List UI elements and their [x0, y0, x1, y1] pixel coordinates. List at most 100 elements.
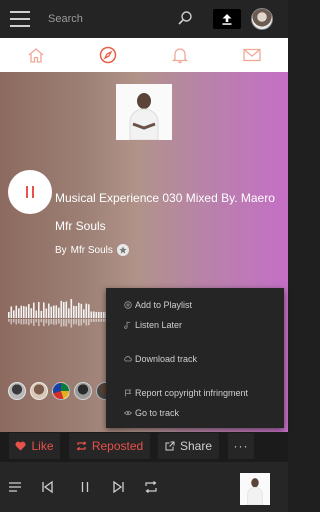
waveform-bar [83, 309, 85, 318]
waveform-reflection-bar [83, 319, 85, 323]
waveform-reflection-bar [55, 319, 58, 325]
waveform-reflection-bar [98, 319, 100, 322]
waveform-reflection-bar [65, 319, 68, 327]
waveform-reflection-bar [100, 319, 103, 322]
waveform-bar [80, 303, 83, 318]
queue-icon[interactable] [8, 480, 22, 494]
share-icon [165, 441, 175, 451]
waveform-reflection-bar [90, 319, 93, 322]
liker-avatar[interactable] [74, 382, 92, 400]
waveform-reflection-bar [38, 319, 40, 327]
nav-tabs [0, 38, 288, 72]
waveform-bar [63, 301, 65, 318]
waveform-bar [98, 311, 100, 318]
waveform-reflection-bar [15, 319, 18, 325]
waveform-reflection-bar [88, 319, 90, 326]
download-icon [124, 356, 132, 362]
waveform-bar [25, 306, 28, 318]
action-bar: Like Reposted Share ··· [0, 432, 288, 462]
waveform-bar [23, 306, 25, 318]
waveform-reflection-bar [93, 319, 95, 322]
waveform-reflection-bar [43, 319, 45, 327]
listen-later-icon [124, 321, 131, 329]
waveform-bar [50, 306, 53, 318]
waveform-bar [18, 308, 20, 318]
waveform-reflection-bar [30, 319, 33, 324]
share-button[interactable]: Share [158, 433, 219, 459]
waveform-bar [58, 307, 60, 318]
pause-button[interactable] [8, 170, 52, 214]
waveform-bar [88, 304, 90, 318]
waveform-reflection-bar [28, 319, 30, 326]
waveform-reflection-bar [78, 319, 80, 326]
avatar[interactable] [251, 8, 273, 30]
waveform-bar [38, 302, 40, 318]
waveform-bar [85, 303, 88, 318]
waveform-reflection-bar [10, 319, 13, 325]
waveform-reflection-bar [40, 319, 43, 323]
repost-button[interactable]: Reposted [69, 433, 150, 459]
waveform-bar [103, 311, 105, 318]
tab-home[interactable] [0, 38, 72, 72]
heart-icon [15, 441, 26, 451]
pause-icon[interactable] [78, 480, 92, 494]
track-title: Musical Experience 030 Mixed By. Maero M… [55, 191, 275, 233]
by-label: By [55, 244, 67, 256]
waveform-reflection-bar [18, 319, 20, 324]
tab-discover[interactable] [72, 38, 144, 72]
search-icon[interactable] [177, 10, 193, 26]
track-cover-art[interactable] [116, 84, 172, 140]
repeat-icon[interactable] [144, 480, 158, 494]
more-options-button[interactable]: ··· [228, 433, 254, 459]
waveform-reflection-bar [23, 319, 25, 325]
menu-item-go-to-track[interactable]: Go to track [124, 408, 179, 418]
waveform-reflection-bar [63, 319, 65, 327]
waveform-bar [73, 305, 75, 318]
pause-icon [26, 186, 34, 198]
liker-avatar[interactable] [52, 382, 70, 400]
repost-icon [76, 441, 87, 451]
waveform-reflection-bar [25, 319, 28, 325]
mini-player [0, 462, 288, 512]
compass-icon [99, 46, 117, 64]
menu-icon[interactable] [10, 11, 30, 27]
waveform-bar [28, 304, 30, 318]
waveform-bar [78, 302, 80, 318]
mini-player-cover-art[interactable] [240, 473, 270, 505]
waveform-reflection-bar [45, 319, 48, 324]
waveform-reflection-bar [58, 319, 60, 324]
waveform-bar [8, 312, 10, 318]
menu-item-add-to-playlist[interactable]: Add to Playlist [124, 300, 192, 310]
waveform-bar [95, 311, 98, 318]
next-icon[interactable] [112, 480, 126, 494]
waveform-reflection-bar [80, 319, 83, 326]
waveform-reflection-bar [75, 319, 78, 325]
eye-icon [124, 410, 132, 416]
waveform-bar [90, 311, 93, 318]
artist-link[interactable]: Mfr Souls [71, 245, 113, 256]
waveform-bar [53, 305, 55, 318]
waveform-bar [48, 303, 50, 318]
waveform-reflection-bar [103, 319, 105, 322]
like-button[interactable]: Like [9, 433, 60, 459]
waveform-bar [65, 301, 68, 318]
menu-item-download-track[interactable]: Download track [124, 354, 197, 364]
waveform-reflection-bar [68, 319, 70, 324]
waveform-bar [43, 302, 45, 318]
waveform-bar [75, 306, 78, 318]
tab-messages[interactable] [216, 38, 288, 72]
liker-avatar[interactable] [8, 382, 26, 400]
waveform-reflection-bar [35, 319, 38, 323]
menu-item-report-copyright[interactable]: Report copyright infringment [124, 388, 248, 398]
tab-notifications[interactable] [144, 38, 216, 72]
waveform-reflection-bar [73, 319, 75, 325]
search-input[interactable] [48, 6, 198, 32]
menu-item-listen-later[interactable]: Listen Later [124, 320, 182, 330]
upload-icon [222, 13, 232, 25]
pro-badge-icon [116, 244, 129, 256]
upload-button[interactable] [213, 9, 241, 29]
waveform-bar [100, 311, 103, 318]
previous-icon[interactable] [40, 480, 54, 494]
waveform-reflection-bar [95, 319, 98, 322]
liker-avatar[interactable] [30, 382, 48, 400]
